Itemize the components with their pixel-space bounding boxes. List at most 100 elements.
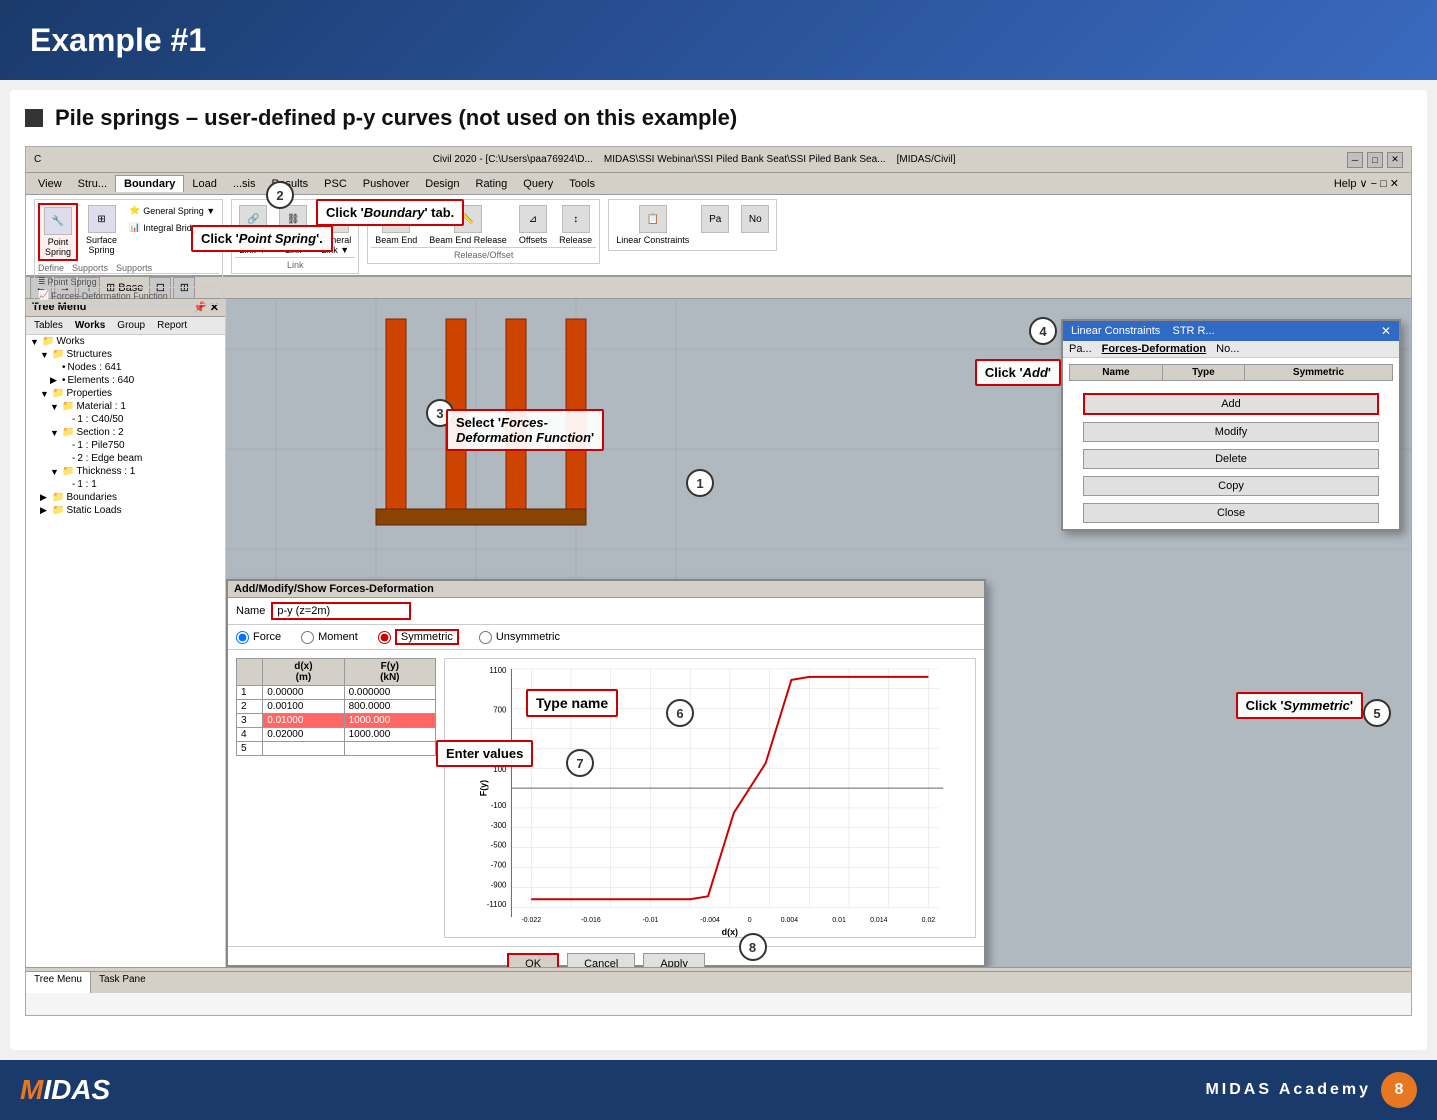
offsets-button[interactable]: ⊿ Offsets — [515, 203, 551, 247]
close-button[interactable]: ✕ — [1387, 152, 1403, 168]
row-dx-5[interactable] — [263, 742, 344, 756]
row-dx-4[interactable]: 0.02000 — [263, 728, 344, 742]
force-label: Force — [253, 631, 281, 643]
force-radio-group: Force — [236, 631, 281, 644]
tree-item-structures[interactable]: ▼📁Structures — [26, 348, 225, 361]
x-axis-label: d(x) — [722, 927, 738, 937]
row-fy-2[interactable]: 800.0000 — [344, 700, 435, 714]
tree-items: ▼📁Works ▼📁Structures •Nodes : 641 ▶•Elem… — [26, 335, 225, 517]
row-dx-2[interactable]: 0.00100 — [263, 700, 344, 714]
menu-query[interactable]: Query — [515, 176, 561, 192]
annotation-add: Click 'Add' — [975, 359, 1061, 386]
table-row: 2 0.00100 800.0000 — [237, 700, 436, 714]
bullet-icon — [25, 109, 43, 127]
row-fy-1[interactable]: 0.000000 — [344, 686, 435, 700]
tree-item-c40[interactable]: -1 : C40/50 — [26, 413, 225, 426]
row-num-5: 5 — [237, 742, 263, 756]
lc-dialog-content: Name Type Symmetric — [1063, 358, 1399, 387]
tree-item-boundaries[interactable]: ▶📁Boundaries — [26, 491, 225, 504]
unsymmetric-radio-group: Unsymmetric — [479, 631, 560, 644]
tree-item-static-loads[interactable]: ▶📁Static Loads — [26, 504, 225, 517]
force-radio[interactable] — [236, 631, 249, 644]
title-bar-buttons[interactable]: ─ □ ✕ — [1347, 152, 1403, 168]
supports-labels: Define Supports Supports — [38, 263, 219, 273]
lc-copy-button[interactable]: Copy — [1083, 476, 1378, 496]
fd-function-row[interactable]: 📈Forces-Deformation Function — [38, 287, 219, 301]
point-spring-button[interactable]: 🔧 Point Spring — [38, 203, 78, 261]
y-label-neg700: -700 — [491, 861, 507, 870]
x-label-neg01: -0.01 — [643, 917, 659, 924]
tree-item-nodes[interactable]: •Nodes : 641 — [26, 361, 225, 374]
tree-item-thickness[interactable]: ▼📁Thickness : 1 — [26, 465, 225, 478]
no-icon: No — [741, 205, 769, 233]
fd-cancel-button[interactable]: Cancel — [567, 953, 635, 967]
menu-rating[interactable]: Rating — [468, 176, 516, 192]
y-label-neg1100: -1100 — [487, 900, 507, 909]
release-icon: ↕ — [562, 205, 590, 233]
tree-item-section[interactable]: ▼📁Section : 2 — [26, 426, 225, 439]
academy-area: MIDAS Academy 8 — [1205, 1072, 1417, 1108]
fd-ok-button[interactable]: OK — [507, 953, 559, 967]
menu-psc[interactable]: PSC — [316, 176, 355, 192]
x-label-02: 0.02 — [922, 917, 936, 924]
row-fy-4[interactable]: 1000.000 — [344, 728, 435, 742]
surface-spring-button[interactable]: ⊞ Surface Spring — [82, 203, 121, 257]
tree-item-elements[interactable]: ▶•Elements : 640 — [26, 374, 225, 387]
lc-close-button[interactable]: ✕ — [1381, 324, 1391, 338]
maximize-button[interactable]: □ — [1367, 152, 1383, 168]
row-num-1: 1 — [237, 686, 263, 700]
row-fy-3[interactable]: 1000.000 — [344, 714, 435, 728]
tree-sub-works[interactable]: Works — [71, 319, 109, 332]
fd-type-row: Force Moment Symmetric Unsymmetric — [228, 625, 984, 650]
release-button[interactable]: ↕ Release — [555, 203, 596, 247]
tree-item-works[interactable]: ▼📁Works — [26, 335, 225, 348]
unsymmetric-radio[interactable] — [479, 631, 492, 644]
moment-radio[interactable] — [301, 631, 314, 644]
header-title: Example #1 — [30, 22, 206, 59]
lc-add-button[interactable]: Add — [1083, 393, 1378, 415]
general-spring-button[interactable]: ⭐General Spring ▼ — [125, 203, 219, 218]
tree-item-edge-beam[interactable]: -2 : Edge beam — [26, 452, 225, 465]
menu-design[interactable]: Design — [417, 176, 467, 192]
lc-col-type: Type — [1162, 365, 1244, 381]
linear-constraints-button[interactable]: 📋 Linear Constraints — [612, 203, 693, 247]
menu-tools[interactable]: Tools — [561, 176, 603, 192]
supports-bottom: ≣Point Spring — [38, 273, 219, 287]
menu-view[interactable]: View — [30, 176, 70, 192]
menu-help[interactable]: Help ∨ − □ ✕ — [1326, 175, 1407, 192]
row-dx-3[interactable]: 0.01000 — [263, 714, 344, 728]
x-label-neg022: -0.022 — [521, 917, 541, 924]
tree-item-material[interactable]: ▼📁Material : 1 — [26, 400, 225, 413]
y-axis-label: F(y) — [479, 780, 489, 796]
fd-col-fy: F(y)(kN) — [344, 659, 435, 686]
y-label-neg900: -900 — [491, 880, 507, 889]
fd-footer: OK Cancel Apply — [228, 946, 984, 967]
pa-button[interactable]: Pa — [697, 203, 733, 247]
minimize-button[interactable]: ─ — [1347, 152, 1363, 168]
tree-sub-report[interactable]: Report — [153, 319, 191, 332]
lc-delete-button[interactable]: Delete — [1083, 449, 1378, 469]
symmetric-radio[interactable] — [378, 631, 391, 644]
menu-load[interactable]: Load — [184, 176, 224, 192]
x-label-neg004: -0.004 — [700, 917, 720, 924]
tree-item-properties[interactable]: ▼📁Properties — [26, 387, 225, 400]
menu-pushover[interactable]: Pushover — [355, 176, 417, 192]
row-dx-1[interactable]: 0.00000 — [263, 686, 344, 700]
lc-close-btn[interactable]: Close — [1083, 503, 1378, 523]
content-area: Tree Menu 📌 ✕ Tables Works Group Report … — [26, 299, 1411, 967]
no-button[interactable]: No — [737, 203, 773, 247]
bubble-5: 5 — [1363, 699, 1391, 727]
tree-sub-tables[interactable]: Tables — [30, 319, 67, 332]
row-fy-5[interactable] — [344, 742, 435, 756]
menu-structure[interactable]: Stru... — [70, 176, 115, 192]
y-label-neg100: -100 — [491, 801, 507, 810]
menu-boundary[interactable]: Boundary — [115, 175, 184, 192]
tree-sub-group[interactable]: Group — [113, 319, 149, 332]
fd-apply-button[interactable]: Apply — [643, 953, 705, 967]
fd-name-input[interactable] — [271, 602, 411, 620]
lc-modify-button[interactable]: Modify — [1083, 422, 1378, 442]
tree-item-thickness-1[interactable]: -1 : 1 — [26, 478, 225, 491]
tree-item-pile750[interactable]: -1 : Pile750 — [26, 439, 225, 452]
bubble-1: 1 — [686, 469, 714, 497]
menu-analysis[interactable]: ...sis — [225, 176, 264, 192]
